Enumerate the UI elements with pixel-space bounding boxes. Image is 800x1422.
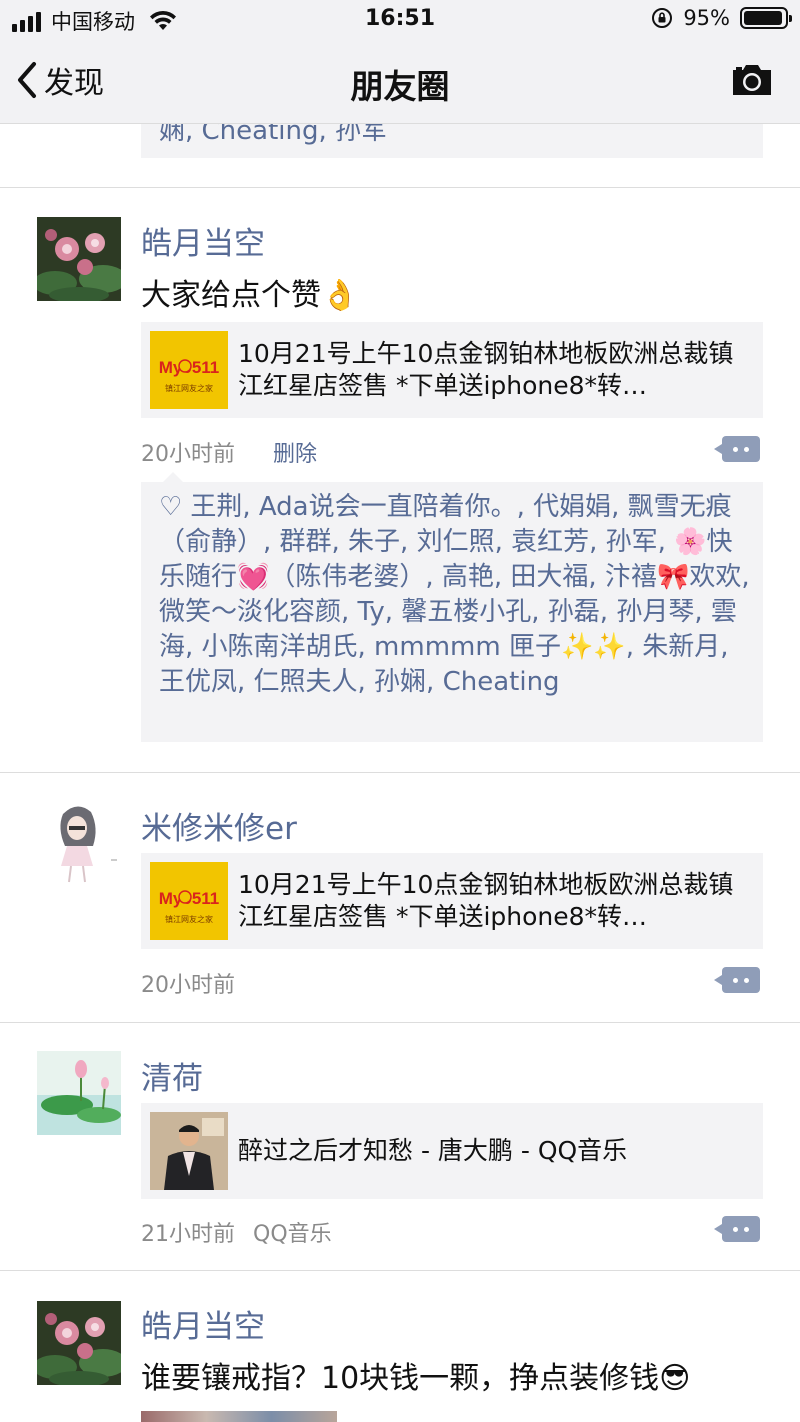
avatar[interactable]: [37, 800, 121, 884]
link-title: 10月21号上午10点金钢铂林地板欧洲总裁镇江红星店签售 *下单送iphone8…: [238, 339, 734, 400]
comment-button[interactable]: [714, 967, 760, 993]
link-thumb-sub-text: 镇江网友之家: [165, 914, 213, 924]
link-thumbnail: My0511 镇江网友之家: [150, 862, 228, 940]
post-text: 谁要镶戒指？10块钱一颗，挣点装修钱😎: [141, 1361, 691, 1396]
link-thumbnail: My0511 镇江网友之家: [150, 331, 228, 409]
battery-percent: 95%: [683, 6, 730, 30]
feed-post: 清荷 醉过之后才知愁 - 唐大鹏 - QQ音乐 21小时前 QQ音乐: [0, 1023, 800, 1271]
heart-icon: ♡: [159, 492, 183, 522]
link-thumbnail: [150, 1112, 228, 1190]
lotus-avatar-image: [37, 217, 121, 301]
link-title: 醉过之后才知愁 - 唐大鹏 - QQ音乐: [238, 1136, 628, 1165]
avatar[interactable]: [37, 217, 121, 301]
camera-button[interactable]: [730, 62, 774, 102]
singer-photo-image: [150, 1112, 228, 1190]
feed-post: 皓月当空 谁要镶戒指？10块钱一颗，挣点装修钱😎: [0, 1271, 800, 1422]
status-right: 95%: [651, 6, 792, 30]
post-text: 大家给点个赞👌: [141, 278, 359, 313]
nav-bar: 发现 朋友圈: [0, 40, 800, 124]
lotus-avatar-image: [37, 1301, 121, 1385]
author-name[interactable]: 皓月当空: [141, 1301, 265, 1346]
link-card[interactable]: My0511 镇江网友之家 10月21号上午10点金钢铂林地板欧洲总裁镇江红星店…: [141, 853, 763, 949]
likes-text[interactable]: 娴, Cheating, 孙军: [159, 124, 745, 148]
author-name[interactable]: 清荷: [141, 1053, 203, 1098]
rotation-lock-icon: [652, 8, 673, 28]
battery-fill: [744, 11, 782, 25]
comment-button[interactable]: [714, 1216, 760, 1242]
likes-box: 娴, Cheating, 孙军: [141, 124, 763, 158]
camera-icon: [733, 65, 771, 95]
feed-post: 皓月当空 大家给点个赞👌 My0511 镇江网友之家 10月21号上午10点金钢…: [0, 188, 800, 773]
link-card[interactable]: 醉过之后才知愁 - 唐大鹏 - QQ音乐: [141, 1103, 763, 1199]
moments-feed[interactable]: 娴, Cheating, 孙军 皓月当空 大家给点个赞👌 镇江网友之家 10月2…: [0, 124, 800, 1422]
battery-icon: [740, 7, 792, 29]
partial-post: 娴, Cheating, 孙军: [0, 124, 800, 188]
post-time: 20小时前: [141, 973, 235, 998]
likes-box: ♡ 王荆, Ada说会一直陪着你。, 代娟娟, 飘雪无痕（俞静）, 群群, 朱子,…: [141, 472, 763, 742]
status-bar: 中国移动 16:51 95%: [0, 0, 800, 40]
delete-link[interactable]: 删除: [273, 436, 317, 468]
post-meta: 20小时前 删除: [141, 436, 317, 468]
source-link[interactable]: QQ音乐: [253, 1216, 332, 1248]
post-meta: 20小时前: [141, 967, 235, 999]
link-card[interactable]: My0511 镇江网友之家 10月21号上午10点金钢铂林地板欧洲总裁镇江红星店…: [141, 322, 763, 418]
link-title: 10月21号上午10点金钢铂林地板欧洲总裁镇江红星店签售 *下单送iphone8…: [238, 870, 734, 931]
avatar[interactable]: [37, 1051, 121, 1135]
post-time: 20小时前: [141, 442, 235, 467]
post-meta: 21小时前 QQ音乐: [141, 1216, 332, 1248]
author-name[interactable]: 米修米修er: [141, 803, 297, 848]
feed-post: 米修米修er My0511 镇江网友之家 10月21号上午10点金钢铂林地板欧洲…: [0, 773, 800, 1023]
post-time: 21小时前: [141, 1222, 235, 1247]
author-name[interactable]: 皓月当空: [141, 218, 265, 263]
comment-button[interactable]: [714, 436, 760, 462]
girl-avatar-image: [37, 800, 121, 884]
avatar[interactable]: [37, 1301, 121, 1385]
post-photo[interactable]: [141, 1411, 337, 1422]
likes-list[interactable]: 王荆, Ada说会一直陪着你。, 代娟娟, 飘雪无痕（俞静）, 群群, 朱子, …: [159, 492, 750, 697]
lotus-leaf-avatar-image: [37, 1051, 121, 1135]
page-title: 朋友圈: [350, 67, 450, 106]
likes-text: ♡ 王荆, Ada说会一直陪着你。, 代娟娟, 飘雪无痕（俞静）, 群群, 朱子,…: [159, 490, 751, 700]
link-thumb-sub-text: 镇江网友之家: [165, 383, 213, 393]
